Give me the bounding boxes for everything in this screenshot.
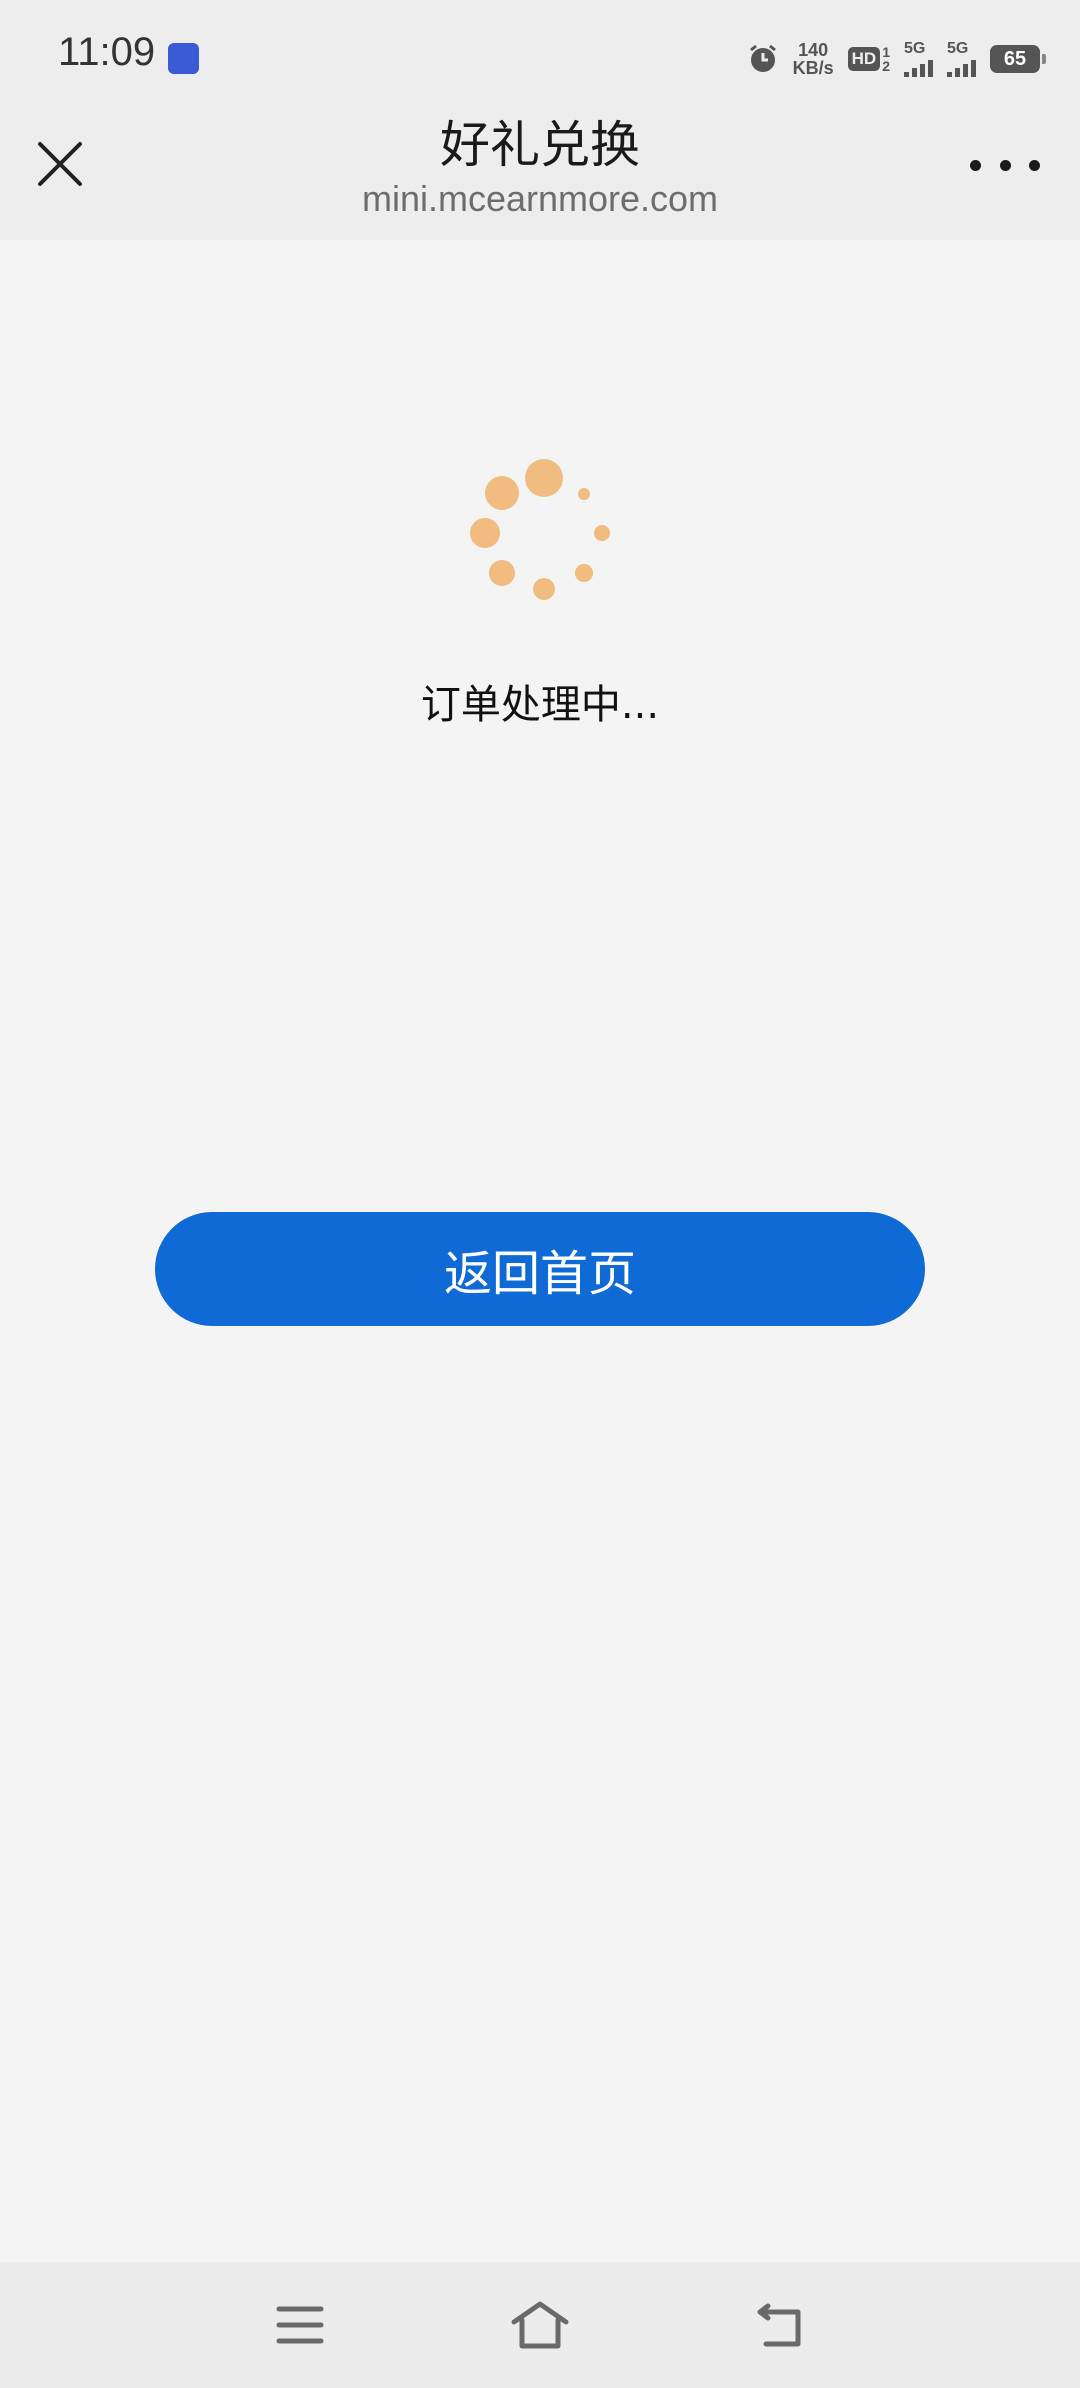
loading-spinner — [470, 459, 610, 600]
system-navigation-bar — [0, 2262, 1080, 2388]
back-button[interactable] — [745, 2292, 815, 2358]
loading-status-text: 订单处理中... — [420, 682, 660, 728]
back-icon — [757, 2303, 801, 2347]
loading-spinner-icon — [470, 459, 610, 600]
home-icon — [511, 2301, 569, 2349]
menu-icon — [276, 2306, 324, 2344]
return-home-button[interactable]: 返回首页 — [155, 1212, 925, 1326]
home-nav-button[interactable] — [505, 2292, 575, 2358]
menu-button[interactable] — [265, 2292, 335, 2358]
